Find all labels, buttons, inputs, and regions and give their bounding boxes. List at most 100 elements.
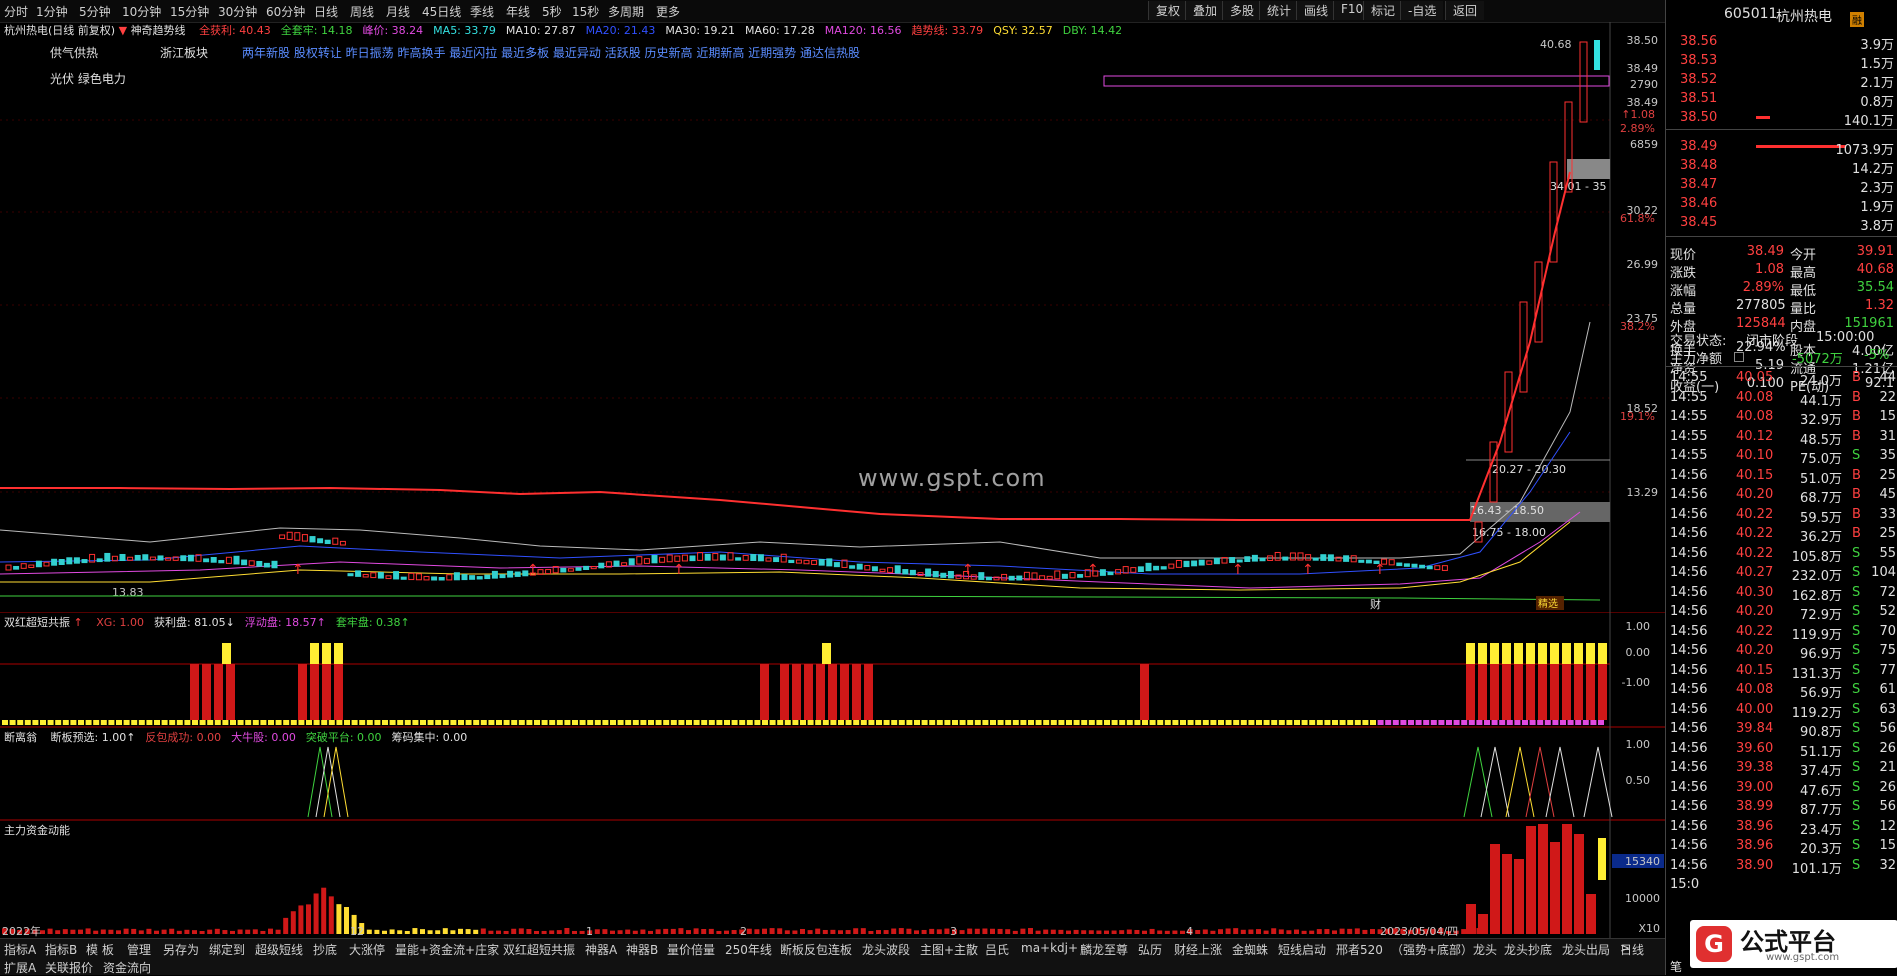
- dropdown-icon[interactable]: ▼: [119, 24, 127, 37]
- bid-price: 38.47: [1680, 177, 1718, 192]
- fund-bar: [792, 930, 798, 934]
- formula-tab-7[interactable]: 抄底: [313, 941, 337, 958]
- formula-tab-4[interactable]: 另存为: [163, 941, 199, 958]
- expand-icon[interactable]: [1734, 352, 1744, 362]
- formula-tab-13[interactable]: 量价倍量: [667, 941, 715, 958]
- formula-tab-27[interactable]: 龙头抄底: [1504, 941, 1552, 958]
- fund-bar: [260, 930, 266, 934]
- period-1[interactable]: 1分钟: [36, 3, 68, 20]
- formula-tab-11[interactable]: 神器A: [585, 941, 617, 958]
- tick-row: 14:56 38.90 101.1万 S 32: [1666, 856, 1897, 877]
- base-block: [754, 720, 761, 725]
- signal-bar: [816, 664, 825, 720]
- fund-bar: [944, 928, 950, 934]
- fund-bar: [1562, 824, 1572, 934]
- period-3[interactable]: 10分钟: [122, 3, 161, 20]
- toolbar-btn-4[interactable]: 画线: [1296, 1, 1336, 20]
- kline-chart[interactable]: 38.50 38.49 2790 38.49 30.22 26.99 23.75 18.52 1…: [0, 22, 1665, 612]
- period-4[interactable]: 15分钟: [170, 3, 209, 20]
- tick-time: 14:56: [1670, 857, 1708, 873]
- formula-tab-6[interactable]: 超级短线: [255, 941, 303, 958]
- period-8[interactable]: 周线: [350, 3, 374, 20]
- base-block: [1408, 720, 1414, 725]
- toolbar-btn-2[interactable]: 多股: [1222, 1, 1262, 20]
- period-5[interactable]: 30分钟: [218, 3, 257, 20]
- signal-bar: [822, 643, 831, 664]
- period-14[interactable]: 15秒: [572, 3, 599, 20]
- stat-value: 39.91: [1856, 244, 1894, 259]
- formula-tab-5[interactable]: 绑定到: [209, 941, 245, 958]
- pct-label: 38.2%: [1620, 320, 1655, 333]
- base-block: [1392, 720, 1399, 725]
- candle: [43, 561, 50, 567]
- fund-bar: [222, 930, 228, 934]
- candle: [636, 556, 643, 565]
- period-12[interactable]: 年线: [506, 3, 530, 20]
- period-0[interactable]: 分时: [4, 3, 28, 20]
- base-block: [1218, 720, 1224, 725]
- formula-tab-18[interactable]: 吕氏: [985, 941, 1009, 958]
- formula-tab-23[interactable]: 金蜘蛛: [1232, 941, 1268, 958]
- extra-tab-1[interactable]: 关联报价: [45, 959, 93, 976]
- period-2[interactable]: 5分钟: [79, 3, 111, 20]
- tick-price: 39.60: [1736, 740, 1774, 756]
- formula-tab-14[interactable]: 250年线: [725, 941, 772, 958]
- ask-row: 38.50 140.1万: [1666, 108, 1897, 129]
- base-block: [1316, 720, 1323, 725]
- period-7[interactable]: 日线: [314, 3, 338, 20]
- candle: [1594, 40, 1600, 70]
- formula-tab-15[interactable]: 断板反包连板: [780, 941, 852, 958]
- formula-tab-19[interactable]: ma+kdj+: [1021, 941, 1078, 955]
- fund-bar: [754, 929, 760, 934]
- candle: [484, 574, 491, 580]
- tick-price: 40.15: [1736, 467, 1774, 483]
- period-6[interactable]: 60分钟: [266, 3, 305, 20]
- candle: [1001, 573, 1008, 581]
- period-11[interactable]: 季线: [470, 3, 494, 20]
- formula-tab-3[interactable]: 管理: [127, 941, 151, 958]
- toolbar-btn-8[interactable]: 返回: [1445, 1, 1485, 20]
- formula-tab-20[interactable]: 麟龙至尊: [1080, 941, 1128, 958]
- fund-bar: [1294, 929, 1299, 934]
- formula-tab-9[interactable]: 量能+资金流+庄家: [395, 941, 499, 958]
- toolbar-btn-7[interactable]: -自选: [1400, 1, 1444, 20]
- formula-tab-16[interactable]: 龙头波段: [862, 941, 910, 958]
- formula-tab-24[interactable]: 短线启动: [1278, 941, 1326, 958]
- formula-tab-17[interactable]: 主图+主散: [920, 941, 978, 958]
- period-10[interactable]: 45日线: [422, 3, 461, 20]
- formula-tab-12[interactable]: 神器B: [626, 941, 658, 958]
- stat-value: 40.68: [1856, 262, 1894, 277]
- main-net-row[interactable]: 主力净额 -5072万 -5%: [1666, 346, 1897, 367]
- formula-tab-2[interactable]: 模 板: [86, 941, 114, 958]
- toolbar-btn-1[interactable]: 叠加: [1185, 1, 1225, 20]
- toolbar-btn-3[interactable]: 统计: [1259, 1, 1299, 20]
- formula-tab-8[interactable]: 大涨停: [349, 941, 385, 958]
- fund-bar: [686, 930, 691, 934]
- extra-tab-2[interactable]: 资金流向: [103, 959, 151, 976]
- indicator-name[interactable]: 神奇趋势线: [131, 24, 186, 37]
- fund-bar: [625, 929, 631, 934]
- period-tab[interactable]: 日线: [1620, 941, 1644, 958]
- formula-tab-10[interactable]: 双红超短共振: [503, 941, 575, 958]
- formula-tab-22[interactable]: 财经上涨: [1174, 941, 1222, 958]
- candle: [1046, 575, 1053, 580]
- formula-tab-1[interactable]: 指标B: [45, 941, 77, 958]
- formula-tab-21[interactable]: 弘历: [1138, 941, 1162, 958]
- period-9[interactable]: 月线: [386, 3, 410, 20]
- toolbar-btn-0[interactable]: 复权: [1148, 1, 1188, 20]
- period-13[interactable]: 5秒: [542, 3, 562, 20]
- formula-tab-25[interactable]: 邢者520: [1336, 941, 1383, 958]
- period-15[interactable]: 多周期: [608, 3, 644, 20]
- extra-tab-0[interactable]: 扩展A: [4, 959, 36, 976]
- date-label: 2023/05/04/四: [1380, 925, 1458, 938]
- toolbar-btn-6[interactable]: 标记: [1363, 1, 1403, 20]
- candle: [225, 556, 232, 564]
- formula-tab-26[interactable]: （强势+底部）龙头: [1391, 941, 1497, 958]
- period-16[interactable]: 更多: [656, 3, 680, 20]
- formula-tab-28[interactable]: 龙头出局: [1562, 941, 1610, 958]
- tag-list[interactable]: 两年新股 股权转让 昨日振荡 昨高换手 最近闪拉 最近多板 最近异动 活跃股 历…: [242, 44, 860, 61]
- tick-row: 14:56 39.00 47.6万 S 26: [1666, 778, 1897, 799]
- formula-tab-0[interactable]: 指标A: [4, 941, 36, 958]
- ask-price: 38.52: [1680, 72, 1718, 87]
- tick-time: 14:56: [1670, 740, 1708, 756]
